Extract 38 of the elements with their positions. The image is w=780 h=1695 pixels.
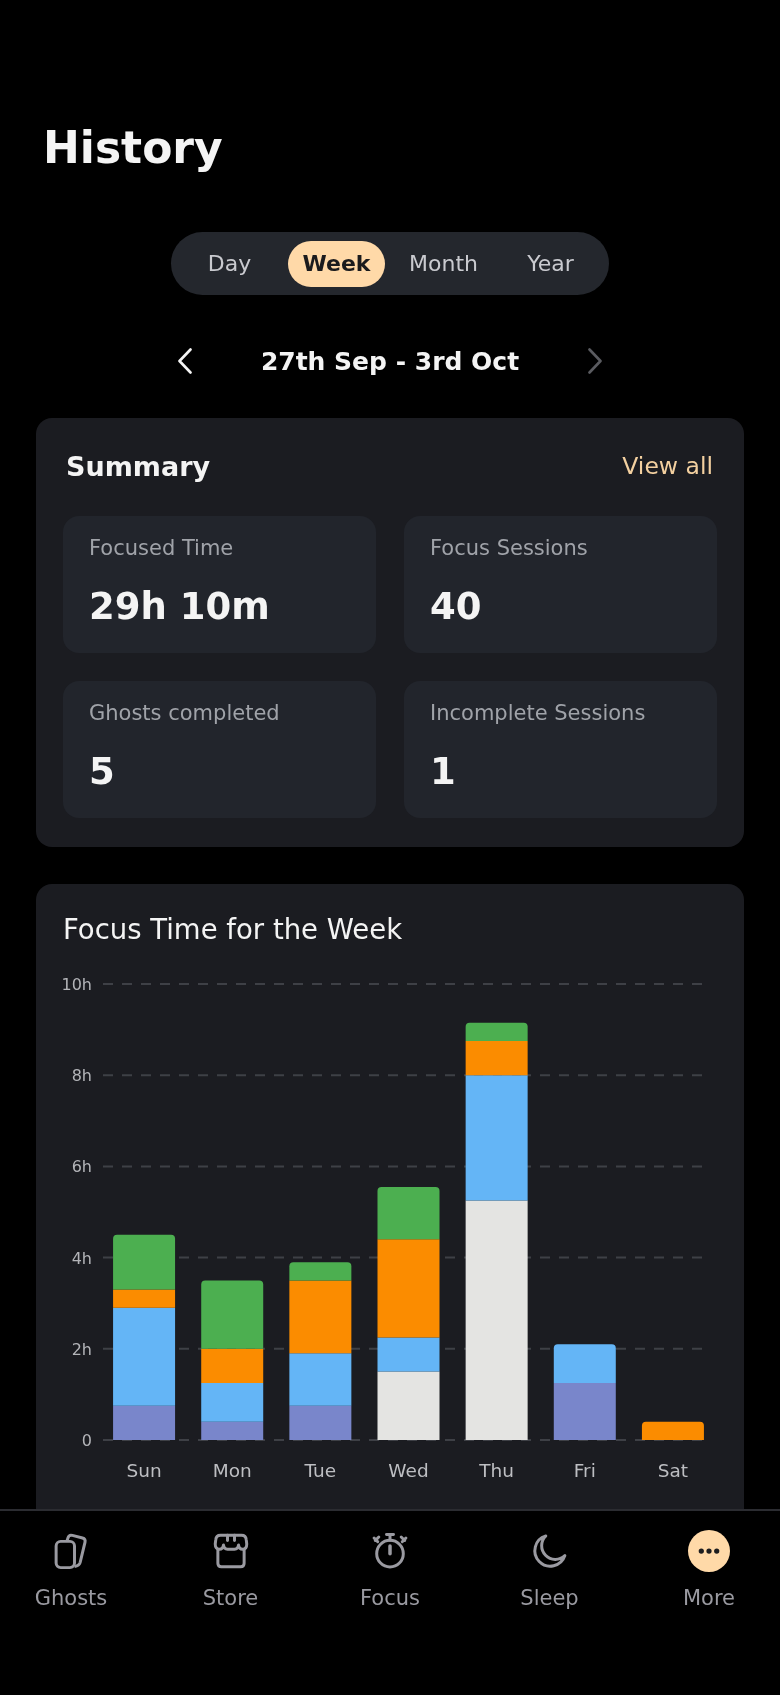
stat-label: Incomplete Sessions	[430, 701, 646, 725]
nav-item[interactable]: Focus	[345, 1530, 435, 1611]
day-label: Tue	[304, 1460, 337, 1481]
chevron-right-icon	[588, 348, 602, 374]
period-tab[interactable]: Day	[181, 240, 278, 287]
chart-title: Focus Time for the Week	[63, 912, 403, 946]
page-title: History	[43, 121, 223, 175]
day-label: Sun	[126, 1460, 162, 1481]
period-tab[interactable]: Month	[395, 240, 492, 287]
stat-label: Ghosts completed	[89, 701, 280, 725]
period-tab[interactable]: Week	[288, 240, 385, 287]
nav-item[interactable]: Sleep	[504, 1530, 595, 1611]
day-label: Fri	[573, 1460, 596, 1481]
axis-label: 6h	[71, 1157, 92, 1177]
section-title: Summary	[66, 450, 211, 482]
period-tab[interactable]: Year	[502, 240, 599, 287]
day-label: Wed	[388, 1460, 429, 1481]
day-label: Mon	[212, 1460, 252, 1481]
nav-item[interactable]: More	[664, 1530, 754, 1611]
date-range: 27th Sep - 3rd Oct	[260, 346, 520, 376]
axis-label: 0	[81, 1431, 92, 1450]
axis-label: 2h	[71, 1339, 92, 1359]
bar-segment	[641, 1421, 704, 1440]
axis-label: 8h	[71, 1066, 92, 1086]
stat-label: Focused Time	[89, 536, 234, 560]
view-all-link[interactable]: View all	[622, 452, 713, 480]
stat-value: 5	[89, 749, 115, 795]
nav-item[interactable]: Ghosts	[26, 1530, 116, 1611]
stat-value: 40	[430, 584, 482, 630]
chevron-left-icon	[178, 348, 192, 374]
axis-label: 10h	[61, 975, 92, 994]
stat-value: 29h 10m	[89, 584, 270, 630]
axis-label: 4h	[71, 1248, 92, 1268]
day-label: Thu	[479, 1460, 515, 1481]
stat-value: 1	[430, 749, 456, 795]
day-label: Sat	[657, 1460, 689, 1481]
nav-item[interactable]: Store	[185, 1530, 276, 1611]
stat-label: Focus Sessions	[430, 536, 588, 560]
